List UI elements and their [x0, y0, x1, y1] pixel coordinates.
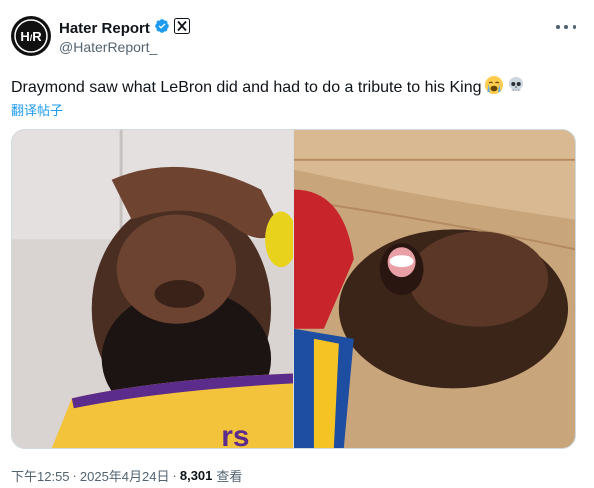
- photo-draymond-lying-on-floor[interactable]: [294, 130, 575, 448]
- skull-icon: [506, 75, 526, 100]
- tweet-footer: 下午12:55 · 2025年4月24日 · 8,301 查看: [11, 466, 242, 485]
- svg-text:rs: rs: [221, 420, 249, 448]
- author-name-row: Hater Report: [59, 18, 190, 39]
- loudly-crying-face-icon: [484, 75, 504, 100]
- tweet-media[interactable]: rs: [11, 129, 576, 449]
- footer-separator: ·: [72, 468, 77, 483]
- author-avatar[interactable]: H/R: [11, 16, 51, 56]
- author-handle[interactable]: @HaterReport_: [59, 39, 157, 55]
- more-options-icon[interactable]: [556, 20, 576, 34]
- x-logo-icon: [173, 18, 190, 39]
- post-time[interactable]: 下午12:55: [11, 466, 70, 485]
- views-count[interactable]: 8,301: [180, 468, 213, 483]
- footer-separator-2: ·: [172, 468, 177, 483]
- verified-badge-icon: [154, 18, 170, 39]
- author-name[interactable]: Hater Report: [59, 20, 150, 37]
- tweet-text-row: Draymond saw what LeBron did and had to …: [11, 75, 526, 100]
- tweet-text: Draymond saw what LeBron did and had to …: [11, 78, 482, 96]
- translate-post-link[interactable]: 翻译帖子: [11, 100, 63, 119]
- hater-report-logo-icon: H/R: [12, 17, 50, 55]
- svg-text:H/R: H/R: [20, 29, 42, 44]
- photo-lebron-hand-on-face[interactable]: rs: [12, 130, 293, 448]
- views-label: 查看: [216, 469, 243, 484]
- post-date[interactable]: 2025年4月24日: [80, 466, 170, 485]
